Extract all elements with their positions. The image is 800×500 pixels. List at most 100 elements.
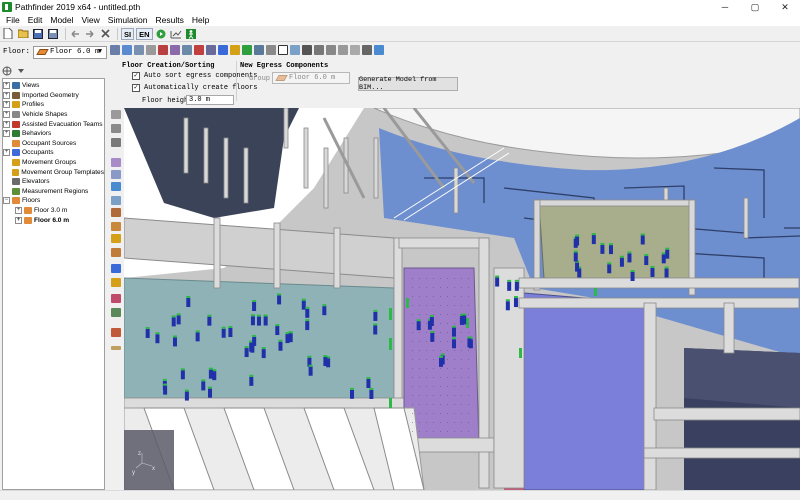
target-tool-icon[interactable] (111, 328, 121, 337)
tree-item[interactable]: + Profiles (3, 100, 104, 110)
tree-item[interactable]: + Behaviors (3, 129, 104, 139)
show-doors-icon[interactable] (242, 44, 252, 55)
run-icon[interactable] (155, 28, 167, 40)
move-icon[interactable] (111, 138, 121, 147)
zoom-box-tool-icon[interactable] (338, 44, 348, 55)
grid-room-tool-icon[interactable] (111, 182, 121, 191)
show-rooms-icon[interactable] (230, 44, 240, 55)
auto-create-checkbox[interactable]: ✓ (132, 84, 140, 92)
floor-height-input[interactable]: 3.0 m (186, 95, 234, 105)
open-icon[interactable] (17, 28, 29, 40)
auto-sort-checkbox[interactable]: ✓ (132, 72, 140, 80)
view-results-icon[interactable] (170, 28, 182, 40)
tree-item[interactable]: Movement Group Templates (3, 167, 104, 177)
view-all-icon[interactable] (110, 44, 120, 55)
occupant-group-icon[interactable] (111, 278, 121, 287)
thin-wall-tool-icon[interactable] (111, 170, 121, 179)
units-en-button[interactable]: EN (136, 27, 153, 40)
zoom-tool-icon[interactable] (326, 44, 336, 55)
tree-item[interactable]: Occupant Sources (3, 139, 104, 149)
minimize-button[interactable]: ─ (710, 0, 740, 14)
measure-tool-icon[interactable] (374, 44, 384, 55)
expand-icon[interactable]: + (3, 149, 10, 157)
tree-item[interactable]: + Vehicle Shapes (3, 110, 104, 120)
measurement-region-icon[interactable] (111, 294, 121, 303)
view-left-icon[interactable] (170, 44, 180, 55)
view-top-icon[interactable] (134, 44, 144, 55)
floor-dropdown[interactable]: Floor 6.0 m ▼ (33, 45, 107, 59)
menu-file[interactable]: File (2, 14, 24, 26)
units-si-button[interactable]: SI (121, 27, 135, 40)
show-stairs-icon[interactable] (254, 44, 264, 55)
show-geometry-icon[interactable] (266, 44, 276, 55)
stair-tool-icon[interactable] (111, 208, 121, 217)
walk-tool-icon[interactable] (302, 44, 312, 55)
tree-item[interactable]: Measurement Regions (3, 187, 104, 197)
pan-tool-icon[interactable] (314, 44, 324, 55)
tree-dropdown-icon[interactable] (17, 67, 25, 75)
agent-icon[interactable] (185, 28, 197, 40)
tree-item[interactable]: + Assisted Evacuation Teams (3, 119, 104, 129)
menu-simulation[interactable]: Simulation (104, 14, 152, 26)
redo-icon[interactable] (84, 28, 96, 40)
expand-icon[interactable]: + (3, 120, 10, 128)
view-back-icon[interactable] (158, 44, 168, 55)
expand-icon[interactable]: + (3, 101, 10, 109)
door-tool-icon[interactable] (111, 196, 121, 205)
occupant-source-icon[interactable] (111, 308, 121, 317)
occupant-tool-icon[interactable] (111, 264, 121, 273)
save-icon[interactable] (32, 28, 44, 40)
menu-view[interactable]: View (78, 14, 104, 26)
close-button[interactable]: ✕ (770, 0, 800, 14)
select-tool-icon[interactable] (278, 44, 288, 55)
auto-sort-checkbox-row[interactable]: ✓ Auto sort egress components (132, 72, 257, 80)
orbit-tool-icon[interactable] (290, 44, 300, 55)
expand-icon[interactable]: + (15, 216, 22, 224)
delete-icon[interactable] (99, 28, 111, 40)
maximize-button[interactable]: ▢ (740, 0, 770, 14)
tree-filter-icon[interactable] (2, 66, 12, 76)
group-dropdown[interactable]: Floor 6.0 m (272, 72, 350, 84)
select-icon[interactable] (111, 110, 121, 119)
view-bottom-icon[interactable] (194, 44, 204, 55)
tree-item[interactable]: + Imported Geometry (3, 91, 104, 101)
grid-dot (454, 323, 455, 324)
ruler-icon[interactable] (111, 346, 121, 350)
collapse-icon[interactable]: − (3, 197, 10, 205)
tree-item[interactable]: + Occupants (3, 148, 104, 158)
new-icon[interactable] (2, 28, 14, 40)
save-as-icon[interactable] (47, 28, 59, 40)
menu-model[interactable]: Model (46, 14, 77, 26)
tree-item[interactable]: − Floors (3, 196, 104, 206)
menu-help[interactable]: Help (188, 14, 213, 26)
view-cube[interactable] (124, 430, 174, 490)
tree-item[interactable]: + Views (3, 81, 104, 91)
expand-icon[interactable]: + (15, 207, 22, 215)
expand-icon[interactable]: + (3, 82, 10, 90)
expand-icon[interactable]: + (3, 130, 10, 138)
tree-item[interactable]: + Floor 6.0 m (3, 215, 104, 225)
expand-icon[interactable]: + (3, 91, 10, 99)
expand-icon[interactable]: + (3, 111, 10, 119)
generate-model-button[interactable]: Generate Model from BIM... (358, 76, 458, 92)
menu-edit[interactable]: Edit (24, 14, 47, 26)
tree-item[interactable]: Elevators (3, 177, 104, 187)
fit-view-icon[interactable] (350, 44, 360, 55)
render-mode-icon[interactable] (206, 44, 216, 55)
room-tool-icon[interactable] (111, 158, 121, 167)
view-perspective-icon[interactable] (122, 44, 132, 55)
undo-icon[interactable] (69, 28, 81, 40)
tree-item[interactable]: Movement Groups (3, 158, 104, 168)
snap-grid-icon[interactable] (362, 44, 372, 55)
escalator-tool-icon[interactable] (111, 248, 121, 257)
elevator-tool-icon[interactable] (111, 234, 121, 243)
auto-create-checkbox-row[interactable]: ✓ Automatically create floors (132, 84, 257, 92)
ramp-tool-icon[interactable] (111, 222, 121, 231)
rotate-icon[interactable] (111, 124, 121, 133)
tree-item[interactable]: + Floor 3.0 m (3, 206, 104, 216)
3d-viewport[interactable]: z x y (124, 108, 800, 490)
view-right-icon[interactable] (182, 44, 192, 55)
menu-results[interactable]: Results (151, 14, 187, 26)
show-occupants-icon[interactable] (218, 44, 228, 55)
view-front-icon[interactable] (146, 44, 156, 55)
